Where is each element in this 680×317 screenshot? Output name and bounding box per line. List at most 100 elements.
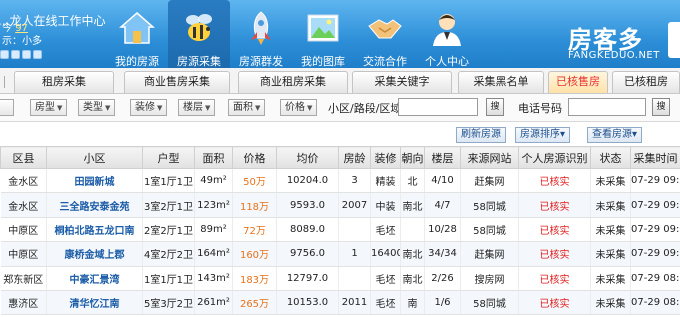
nav-mass-post[interactable]: 房源群发 xyxy=(230,0,292,68)
table-row[interactable]: 金水区 三全路安泰金苑 3室2厅1卫 123m² 118万 9593.0 200… xyxy=(0,192,680,218)
cell-community-link[interactable]: 桐柏北路五龙口南 xyxy=(46,217,143,243)
table-row[interactable]: 郑东新区 中豪汇景湾 1室1厅1卫 143m² 183万 12797.0 毛坯 … xyxy=(0,266,680,291)
col-header[interactable]: 状态 xyxy=(590,146,631,169)
col-header[interactable]: 装修 xyxy=(370,146,401,169)
cell-district: 惠济区 xyxy=(0,290,47,316)
table-row[interactable]: 中原区 桐柏北路五龙口南 2室2厅1卫 89m² 72万 8089.0 毛坯 1… xyxy=(0,217,680,243)
user-greeting: 示：小多 xyxy=(2,36,42,47)
cell-age: 1 xyxy=(338,241,371,267)
cell-age xyxy=(338,217,371,243)
community-search-input[interactable] xyxy=(398,98,478,116)
brand-domain: FANGKEDUO.NET xyxy=(568,50,660,61)
phone-search-button[interactable]: 搜 xyxy=(652,98,670,116)
nav-label: 我的房源 xyxy=(115,55,159,68)
cell-time: 07-29 08:55 xyxy=(630,290,680,316)
cell-community-link[interactable]: 中豪汇景湾 xyxy=(46,266,143,291)
bee-icon xyxy=(186,14,212,41)
col-header[interactable]: 均价 xyxy=(276,146,339,169)
nav-my-gallery[interactable]: 我的图库 xyxy=(292,0,354,68)
cell-verification: 已核实 xyxy=(518,241,591,267)
filter-district-dropdown[interactable] xyxy=(0,99,14,116)
col-header[interactable]: 户型 xyxy=(142,146,195,169)
user-info-panel: ...龙人在线工作中心 今 97 示：小多 xyxy=(0,0,105,68)
cell-price: 183万 xyxy=(232,266,277,291)
cell-unit-price: 10153.0 xyxy=(276,290,339,316)
tab-commercial-rent-collect[interactable]: 商业租房采集 xyxy=(238,71,348,93)
tab-divider xyxy=(4,76,5,88)
cell-price: 118万 xyxy=(232,192,277,218)
table-row[interactable]: 惠济区 清华忆江南 5室3厅2卫 261m² 265万 10153.0 2011… xyxy=(0,290,680,316)
cell-floor: 2/26 xyxy=(424,266,461,291)
phone-search-input[interactable] xyxy=(568,98,646,116)
tab-verified-sale[interactable]: 已核售房 xyxy=(548,71,608,93)
cell-community-link[interactable]: 三全路安泰金苑 xyxy=(46,192,143,218)
cell-community-link[interactable]: 田园新城 xyxy=(46,168,143,194)
refresh-listings-button[interactable]: 刷新房源 xyxy=(456,127,506,143)
mail-icon[interactable] xyxy=(22,50,31,59)
cell-price: 160万 xyxy=(232,241,277,267)
col-header[interactable]: 小区 xyxy=(46,146,143,169)
lock-icon[interactable] xyxy=(11,50,20,59)
cell-decoration: 毛坯 xyxy=(370,290,401,316)
col-header[interactable]: 房龄 xyxy=(338,146,371,169)
tab-commercial-sale-collect[interactable]: 商业售房采集 xyxy=(124,71,230,93)
sort-listings-button[interactable]: 房源排序▾ xyxy=(515,127,571,143)
cell-source: 58同城 xyxy=(460,217,519,243)
cell-orientation xyxy=(400,217,425,243)
filter-floor-dropdown[interactable]: 楼层 ▼ xyxy=(178,99,216,116)
cell-district: 郑东新区 xyxy=(0,266,47,291)
cell-layout: 3室2厅1卫 xyxy=(142,192,195,218)
col-header[interactable]: 楼层 xyxy=(424,146,461,169)
table-row[interactable]: 中原区 康桥金域上郡 4室2厅2卫 164m² 160万 9756.0 1 16… xyxy=(0,241,680,267)
col-header[interactable]: 价格 xyxy=(232,146,277,169)
sub-tabs: 租房采集 商业售房采集 商业租房采集 采集关键字 采集黑名单 已核售房 已核租房 xyxy=(0,68,680,94)
table-row[interactable]: 金水区 田园新城 1室1厅1卫 49m² 50万 10204.0 3 精装 北 … xyxy=(0,168,680,194)
nav-my-listings[interactable]: 我的房源 xyxy=(106,0,168,68)
community-label: 小区/路段/区域 xyxy=(328,102,402,115)
filter-bar: 房型 ▼ 类型 ▼ 装修 ▼ 楼层 ▼ 面积 ▼ 价格 ▼ 小区/路段/区域 搜 电话号码 … xyxy=(0,94,680,122)
filter-price-dropdown[interactable]: 价格 ▼ xyxy=(280,99,318,116)
rocket-icon xyxy=(251,11,271,45)
tab-verified-rent[interactable]: 已核租房 xyxy=(612,71,680,93)
settings-icon[interactable] xyxy=(0,50,9,59)
cell-source: 58同城 xyxy=(460,290,519,316)
col-header[interactable]: 区县 xyxy=(0,146,47,169)
cell-community-link[interactable]: 康桥金域上郡 xyxy=(46,241,143,267)
cell-unit-price: 9756.0 xyxy=(276,241,339,267)
cell-unit-price: 10204.0 xyxy=(276,168,339,194)
help-icon[interactable] xyxy=(33,50,42,59)
filter-area-dropdown[interactable]: 面积 ▼ xyxy=(228,99,266,116)
nav-personal-center[interactable]: 个人中心 xyxy=(416,0,478,68)
cell-orientation: 北 xyxy=(400,168,425,194)
cell-orientation: 南北 xyxy=(400,266,425,291)
nav-listing-collect[interactable]: 房源采集 xyxy=(168,0,230,68)
col-header[interactable]: 个人房源识别 xyxy=(518,146,591,169)
view-listings-button[interactable]: 查看房源▾ xyxy=(587,127,643,143)
cell-orientation: 南北 xyxy=(400,241,425,267)
picture-icon xyxy=(307,14,339,42)
col-header[interactable]: 朝向 xyxy=(400,146,425,169)
cell-area: 89m² xyxy=(194,217,233,243)
cell-age: 3 xyxy=(338,168,371,194)
phone-label: 电话号码 xyxy=(518,102,562,115)
community-search-button[interactable]: 搜 xyxy=(486,98,504,116)
brand-logo: 房客多 FANGKEDUO.NET xyxy=(562,14,680,68)
filter-type-dropdown[interactable]: 类型 ▼ xyxy=(78,99,116,116)
cell-price: 50万 xyxy=(232,168,277,194)
col-header[interactable]: 采集时间 xyxy=(630,146,680,169)
chevron-down-icon: ▼ xyxy=(255,104,261,112)
filter-layout-dropdown[interactable]: 房型 ▼ xyxy=(30,99,68,116)
quick-icons xyxy=(0,50,42,59)
nav-cooperation[interactable]: 交流合作 xyxy=(354,0,416,68)
filter-decoration-dropdown[interactable]: 装修 ▼ xyxy=(130,99,168,116)
cell-community-link[interactable]: 清华忆江南 xyxy=(46,290,143,316)
cell-status: 未采集 xyxy=(590,266,631,291)
tab-collect-keywords[interactable]: 采集关键字 xyxy=(352,71,452,93)
cell-status: 未采集 xyxy=(590,192,631,218)
cell-area: 143m² xyxy=(194,266,233,291)
tab-collect-blacklist[interactable]: 采集黑名单 xyxy=(458,71,544,93)
tab-rent-collect[interactable]: 租房采集 xyxy=(14,71,114,93)
col-header[interactable]: 面积 xyxy=(194,146,233,169)
col-header[interactable]: 来源网站 xyxy=(460,146,519,169)
cell-verification: 已核实 xyxy=(518,217,591,243)
